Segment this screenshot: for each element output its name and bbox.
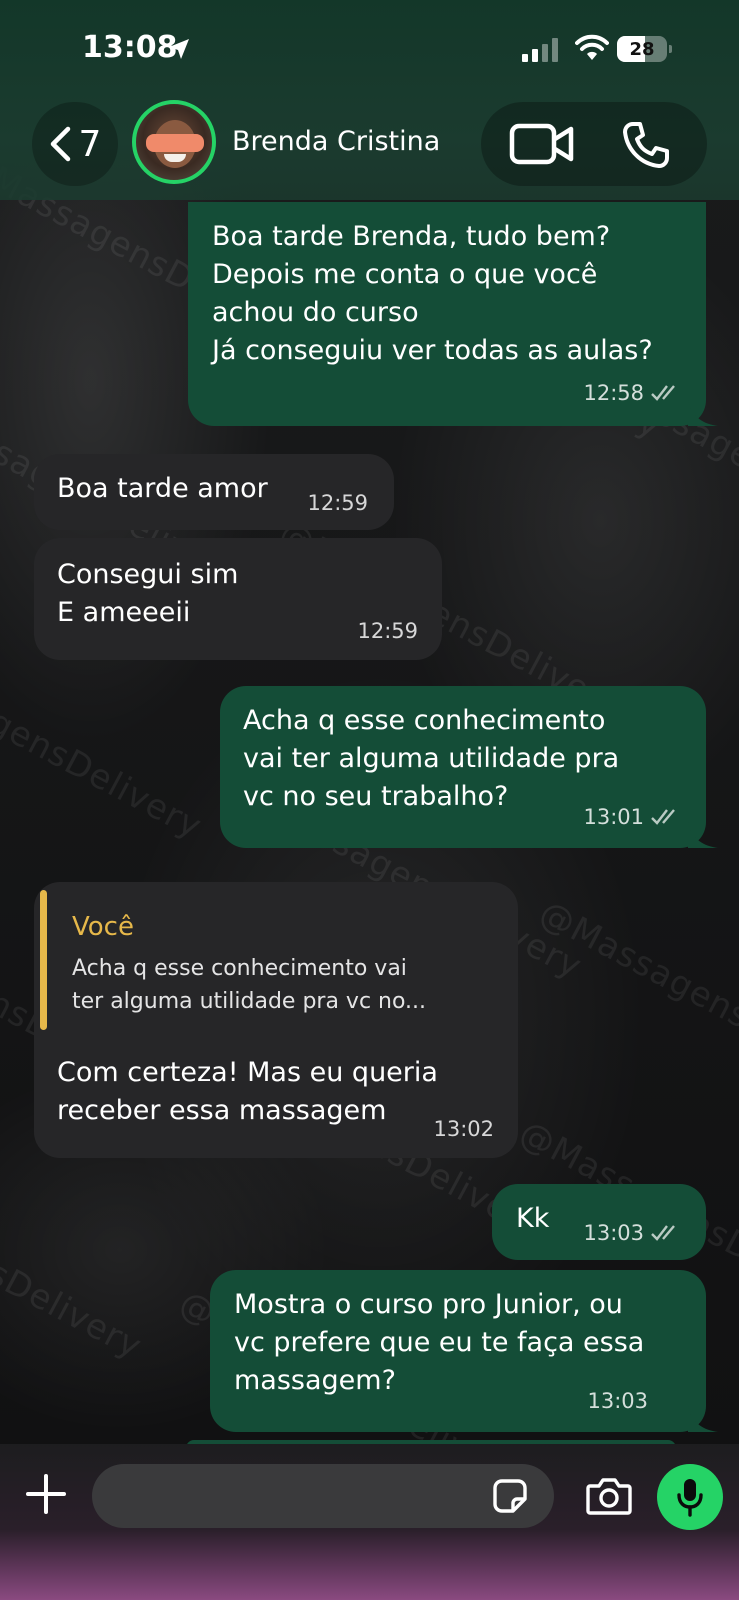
message-text: Mostra o curso pro Junior, ou vc prefere…	[234, 1289, 645, 1396]
read-receipt-icon	[651, 1225, 675, 1241]
message-time: 12:58	[583, 381, 644, 405]
message-outgoing[interactable]: Boa tarde Brenda, tudo bem? Depois me co…	[188, 202, 718, 426]
quoted-message[interactable]: Você Acha q esse conhecimento vai ter al…	[40, 890, 510, 1030]
message-time: 13:01	[583, 805, 644, 829]
message-text: Com certeza! Mas eu queria receber essa …	[57, 1057, 438, 1126]
message-time: 13:02	[433, 1117, 494, 1141]
message-incoming[interactable]: Boa tarde amor 12:59	[34, 454, 394, 530]
message-time: 13:03	[583, 1221, 644, 1245]
message-outgoing[interactable]: Mostra o curso pro Junior, ou vc prefere…	[210, 1270, 718, 1432]
message-outgoing[interactable]: Acha q esse conhecimento vai ter alguma …	[220, 686, 718, 848]
message-outgoing[interactable]: Kk 13:03	[492, 1184, 706, 1260]
message-list: Boa tarde Brenda, tudo bem? Depois me co…	[0, 0, 739, 1600]
message-time: 12:59	[307, 491, 368, 515]
message-incoming-reply[interactable]: Você Acha q esse conhecimento vai ter al…	[34, 882, 518, 1158]
quoted-author: Você	[72, 912, 134, 942]
camera-icon[interactable]	[586, 1476, 632, 1516]
bubble-tail	[688, 1406, 718, 1432]
read-receipt-icon	[651, 809, 675, 825]
message-text: Boa tarde Brenda, tudo bem? Depois me co…	[212, 221, 653, 366]
message-meta: 13:01	[583, 798, 680, 836]
quoted-text: Acha q esse conhecimento vai ter alguma …	[72, 956, 427, 1014]
sticker-icon[interactable]	[492, 1478, 528, 1514]
message-text: Consegui sim E ameeeii	[57, 559, 239, 628]
quote-bar	[40, 890, 47, 1030]
message-incoming[interactable]: Consegui sim E ameeeii 12:59	[34, 538, 442, 660]
attach-plus-icon[interactable]	[24, 1472, 68, 1516]
voice-record-button[interactable]	[657, 1464, 723, 1530]
message-time: 12:59	[357, 619, 418, 643]
message-composer	[0, 1444, 739, 1600]
message-meta: 13:03	[583, 1214, 680, 1252]
message-text: Kk	[516, 1203, 550, 1234]
bubble-tail	[688, 400, 718, 426]
message-meta: 12:58	[583, 374, 680, 412]
message-text: Acha q esse conhecimento vai ter alguma …	[243, 705, 620, 812]
read-receipt-icon	[651, 385, 675, 401]
message-time: 13:03	[587, 1389, 648, 1413]
bubble-tail	[688, 822, 718, 848]
message-text: Boa tarde amor	[57, 473, 268, 504]
microphone-icon	[677, 1479, 703, 1517]
message-input[interactable]	[92, 1464, 554, 1528]
